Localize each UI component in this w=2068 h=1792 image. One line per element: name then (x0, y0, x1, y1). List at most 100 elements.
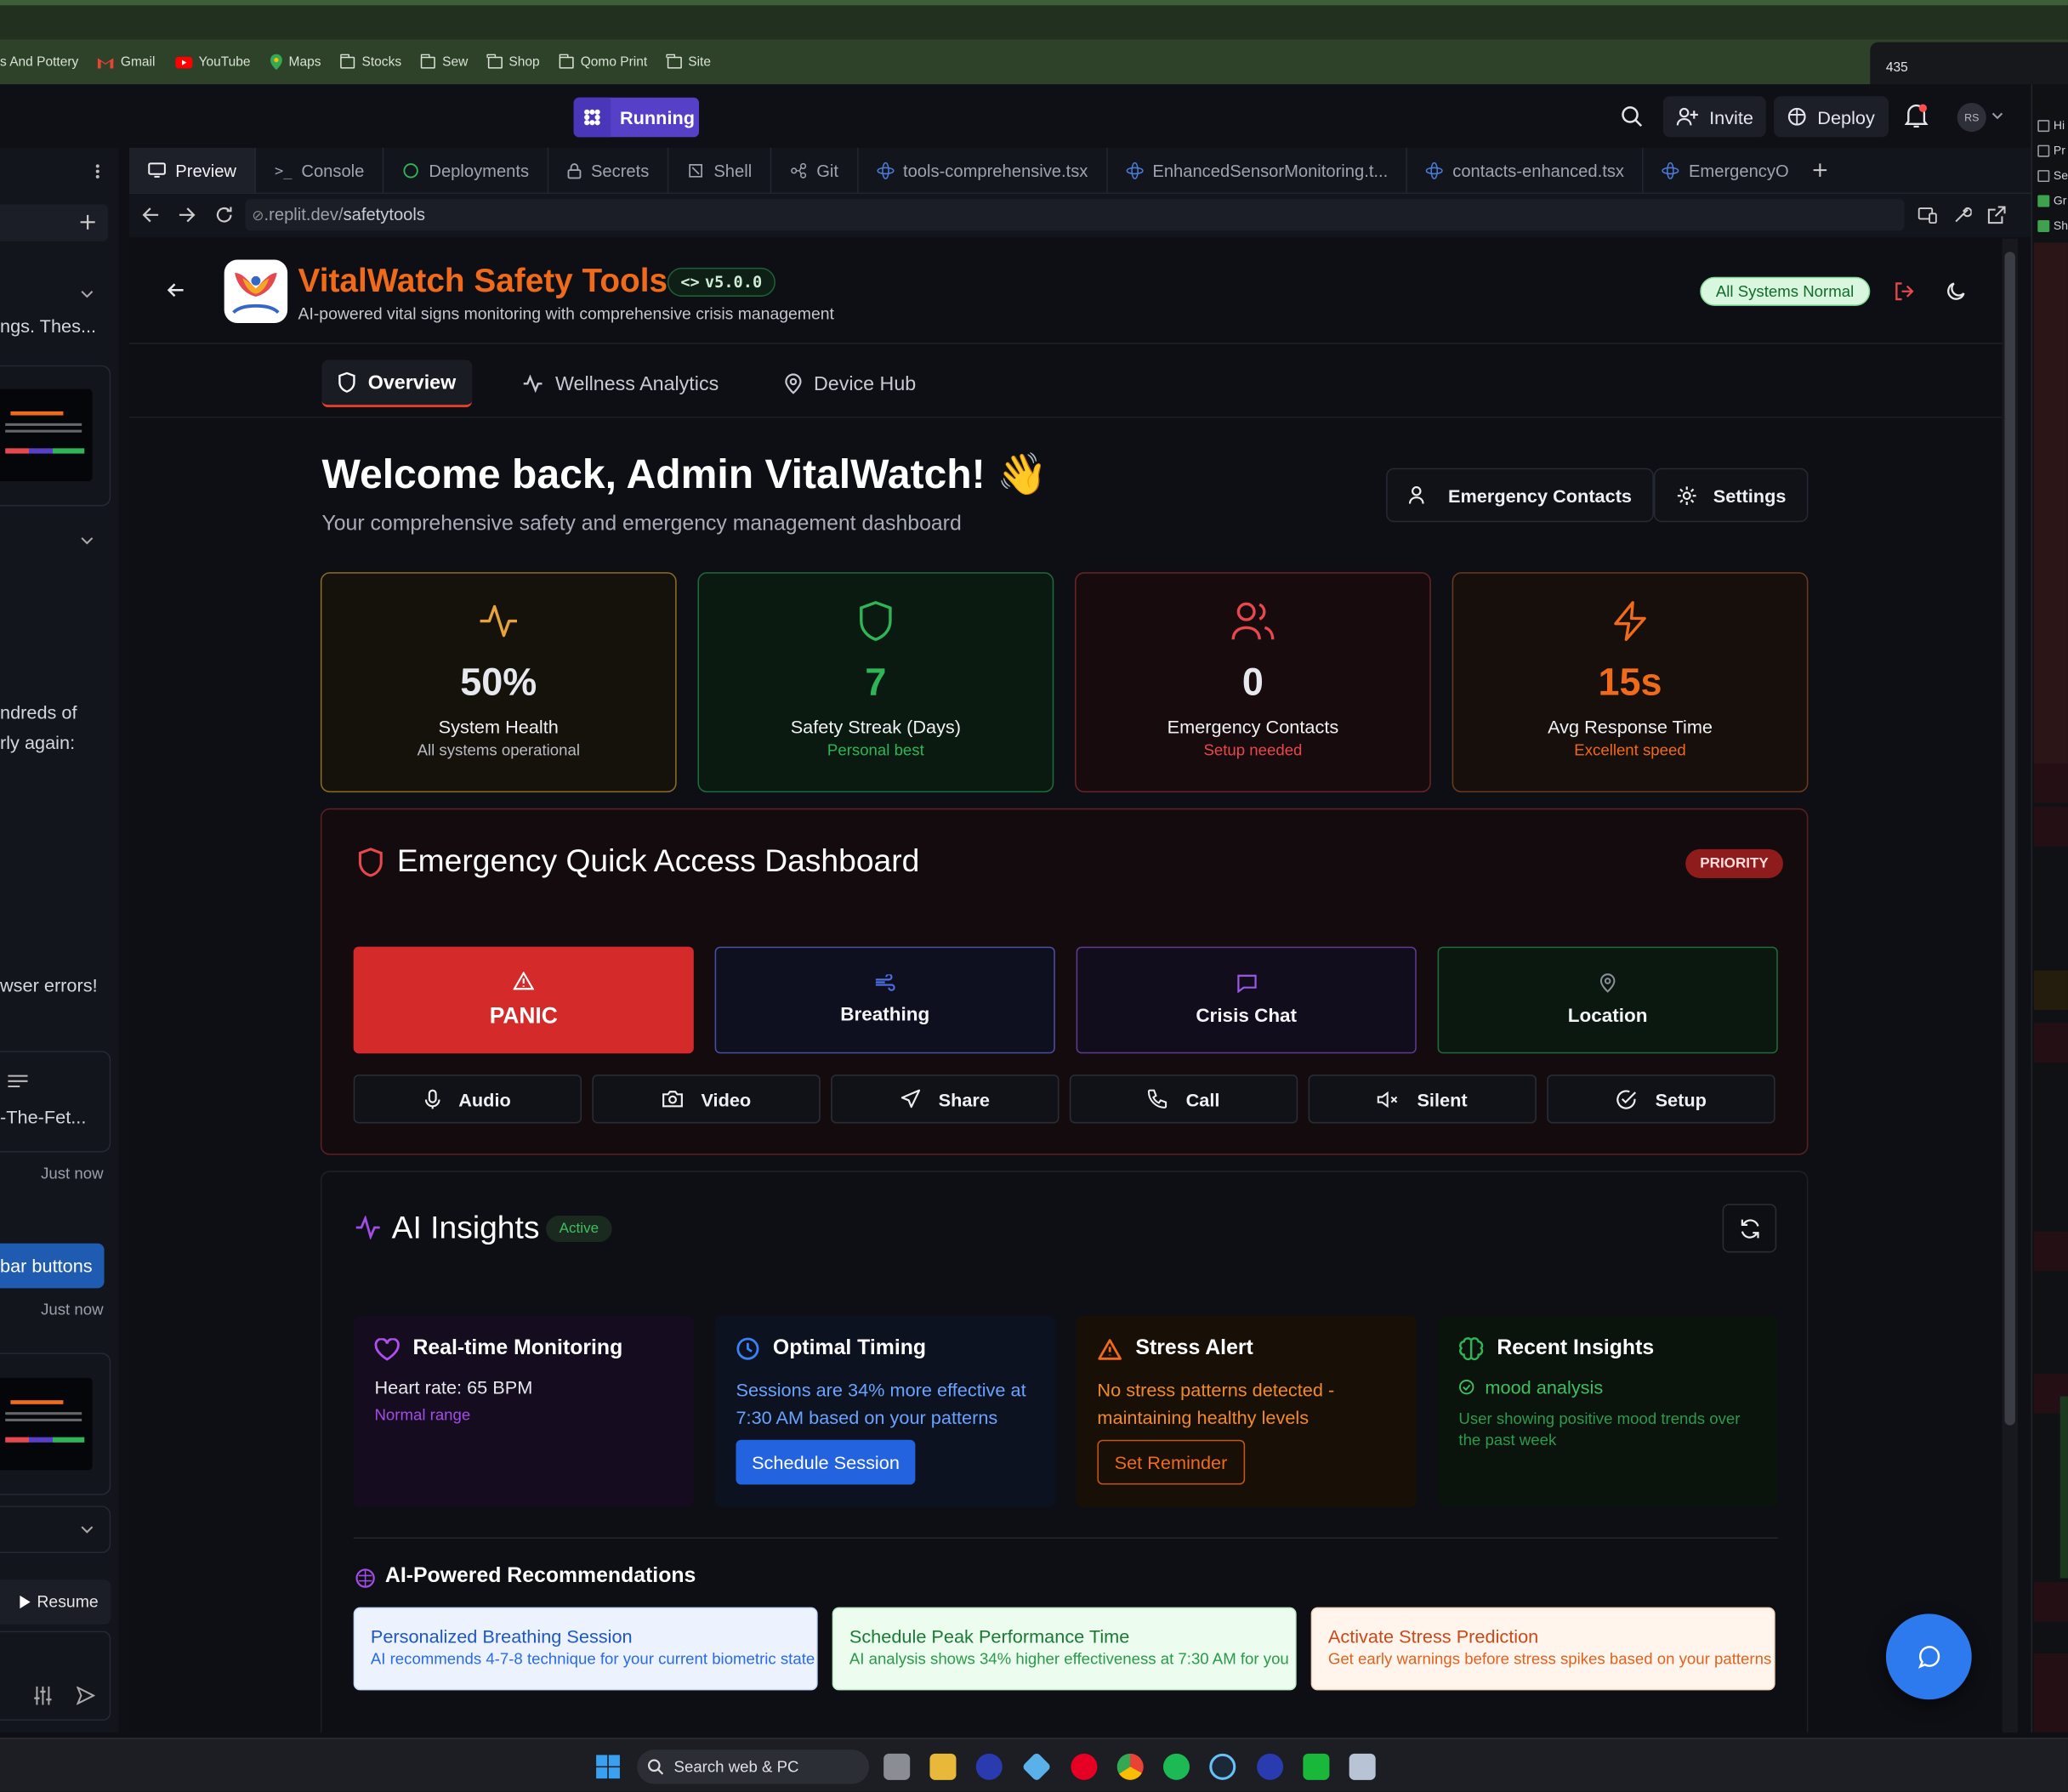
schedule-session-button[interactable]: Schedule Session (736, 1439, 916, 1485)
bookmark-youtube[interactable]: YouTube (174, 54, 251, 69)
tab-device-hub[interactable]: Device Hub (785, 360, 916, 407)
recommendation-card[interactable]: Schedule Peak Performance Time AI analys… (832, 1607, 1297, 1691)
checkbox[interactable] (2037, 169, 2050, 182)
tab-file[interactable]: EmergencyO (1644, 148, 1807, 193)
devtools-option[interactable]: Gr (2037, 194, 2066, 207)
add-tab-icon[interactable] (1813, 162, 1829, 179)
chevron-down-icon[interactable] (1991, 112, 2003, 120)
bookmark-gmail[interactable]: Gmail (98, 54, 155, 69)
plus-icon[interactable] (79, 213, 96, 230)
users-icon (1231, 602, 1275, 640)
chat-input[interactable] (0, 1630, 111, 1721)
tab-deployments[interactable]: Deployments (384, 147, 549, 193)
tab-shell[interactable]: Shell (669, 147, 772, 193)
taskbar-search[interactable]: Search web & PC (637, 1749, 870, 1784)
send-icon[interactable] (76, 1686, 95, 1705)
avatar[interactable]: RS (1957, 102, 1986, 133)
wrench-icon[interactable] (1953, 206, 1972, 224)
location-button[interactable]: Location (1437, 946, 1778, 1054)
tab-overview[interactable]: Overview (321, 360, 472, 408)
tab-file[interactable]: contacts-enhanced.tsx (1407, 147, 1645, 193)
activity-icon (480, 604, 517, 638)
url-input[interactable]: ⊘.replit.dev/safetytools (245, 199, 1905, 231)
bookmark-label: Shop (508, 54, 540, 70)
back-icon[interactable] (142, 207, 160, 224)
app-icon[interactable] (975, 1753, 1003, 1780)
bookmark-folder[interactable]: Sew (420, 53, 468, 69)
call-button[interactable]: Call (1069, 1075, 1298, 1124)
checkbox[interactable] (2037, 144, 2050, 156)
silent-button[interactable]: Silent (1308, 1075, 1537, 1124)
chevron-down-icon[interactable] (81, 290, 94, 298)
tab-wellness-analytics[interactable]: Wellness Analytics (522, 360, 719, 407)
tab-console[interactable]: >_ Console (256, 147, 384, 193)
file-explorer-icon[interactable] (929, 1753, 957, 1780)
app-icon[interactable] (1303, 1753, 1330, 1780)
bell-icon[interactable] (1904, 103, 1929, 129)
logout-icon[interactable] (1894, 281, 1915, 302)
app-icon[interactable] (1257, 1753, 1284, 1780)
bookmark-folder[interactable]: Site (666, 53, 711, 69)
tab-secrets[interactable]: Secrets (548, 147, 669, 193)
emergency-contacts-button[interactable]: Emergency Contacts (1386, 468, 1655, 523)
devices-icon[interactable] (1917, 207, 1937, 224)
checkbox[interactable] (2037, 219, 2050, 232)
windows-start-icon[interactable] (596, 1755, 620, 1779)
screenshot-thumbnail[interactable] (0, 1377, 93, 1471)
bookmark-folder[interactable]: Shop (486, 53, 540, 70)
recommendation-card[interactable]: Activate Stress Prediction Get early war… (1310, 1607, 1775, 1691)
app-icon[interactable] (1349, 1753, 1376, 1780)
tab-preview[interactable]: Preview (128, 147, 257, 193)
set-reminder-button[interactable]: Set Reminder (1097, 1439, 1245, 1485)
bookmark[interactable]: s And Pottery (0, 54, 78, 69)
run-button[interactable]: Running (573, 97, 700, 138)
share-button[interactable]: Share (831, 1075, 1060, 1124)
devtools-option[interactable]: Hi (2037, 119, 2065, 132)
devtools-option[interactable]: Pr (2037, 144, 2065, 157)
deploy-button[interactable]: Deploy (1774, 96, 1889, 138)
devtools-option[interactable]: Sh (2037, 218, 2068, 232)
refresh-icon[interactable] (215, 206, 234, 224)
sliders-icon[interactable] (33, 1686, 53, 1705)
pinterest-icon[interactable] (1071, 1753, 1098, 1780)
crisis-chat-button[interactable]: Crisis Chat (1076, 946, 1417, 1054)
steam-icon[interactable] (1209, 1753, 1236, 1780)
back-arrow-icon[interactable] (166, 282, 185, 298)
forward-icon[interactable] (178, 207, 196, 224)
video-button[interactable]: Video (592, 1075, 821, 1124)
tab-file[interactable]: EnhancedSensorMonitoring.t... (1108, 147, 1408, 193)
chat-fab-button[interactable] (1885, 1613, 1972, 1700)
resume-button[interactable]: Resume (0, 1579, 111, 1625)
recommendation-card[interactable]: Personalized Breathing Session AI recomm… (353, 1607, 818, 1691)
collapsed-section[interactable] (0, 1506, 111, 1554)
checkbox[interactable] (2037, 194, 2050, 207)
tab-git[interactable]: Git (771, 147, 859, 193)
scrollbar-thumb[interactable] (2004, 252, 2015, 1426)
app-icon[interactable] (1021, 1751, 1052, 1782)
chevron-down-icon[interactable] (81, 536, 94, 545)
search-icon[interactable] (1621, 105, 1643, 128)
settings-button[interactable]: Settings (1653, 468, 1809, 523)
chevron-down-icon[interactable] (81, 1526, 94, 1534)
devtools-option[interactable]: Se (2037, 169, 2068, 182)
tab-file[interactable]: tools-comprehensive.tsx (858, 147, 1108, 193)
chrome-icon[interactable] (1116, 1753, 1144, 1780)
external-link-icon[interactable] (1987, 206, 2006, 224)
bookmark-folder[interactable]: Stocks (340, 53, 401, 69)
preview-scrollbar[interactable] (2002, 238, 2019, 1733)
checkbox[interactable] (2037, 119, 2050, 132)
bookmark-folder[interactable]: Qomo Print (559, 53, 647, 69)
refresh-button[interactable] (1722, 1204, 1777, 1253)
audio-button[interactable]: Audio (353, 1075, 582, 1124)
setup-button[interactable]: Setup (1547, 1075, 1775, 1124)
task-view-icon[interactable] (883, 1753, 911, 1780)
bookmark-maps[interactable]: Maps (270, 54, 321, 71)
file-card[interactable] (0, 1051, 111, 1153)
more-icon[interactable] (95, 163, 100, 179)
screenshot-thumbnail[interactable] (0, 388, 93, 482)
moon-icon[interactable] (1946, 281, 1966, 300)
invite-button[interactable]: Invite (1662, 96, 1767, 138)
panic-button[interactable]: PANIC (353, 946, 694, 1054)
spotify-icon[interactable] (1162, 1753, 1190, 1780)
breathing-button[interactable]: Breathing (714, 946, 1055, 1054)
